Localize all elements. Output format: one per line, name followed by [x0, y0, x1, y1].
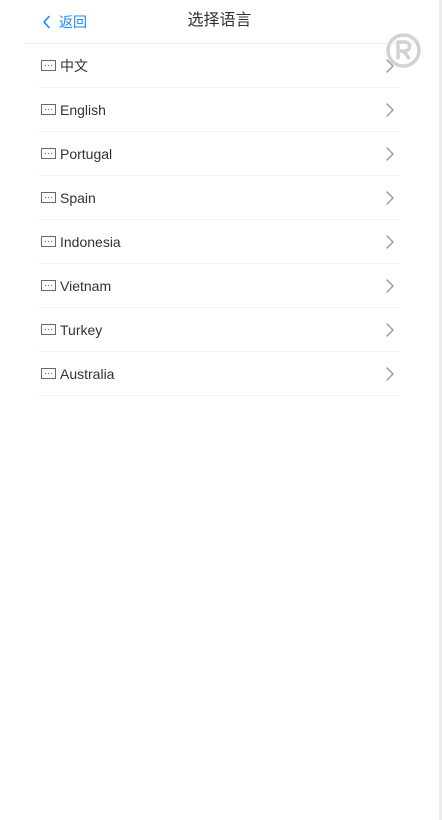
- language-select-page: 返回 选择语言 中文 English Portugal Spain Indone…: [25, 0, 421, 820]
- flag-placeholder-icon: [41, 104, 56, 115]
- language-label: 中文: [60, 57, 88, 74]
- nav-bar: 返回 选择语言: [25, 0, 414, 44]
- language-label: Vietnam: [60, 277, 112, 294]
- language-label: Indonesia: [60, 233, 121, 250]
- language-item[interactable]: 中文: [39, 44, 400, 88]
- chevron-right-icon: [386, 322, 394, 337]
- flag-placeholder-icon: [41, 148, 56, 159]
- language-label: Turkey: [60, 321, 103, 338]
- page-title: 选择语言: [187, 12, 252, 29]
- language-item[interactable]: Australia: [39, 352, 400, 396]
- language-item[interactable]: Portugal: [39, 132, 400, 176]
- language-label: Spain: [60, 189, 96, 206]
- flag-placeholder-icon: [41, 368, 56, 379]
- language-item[interactable]: English: [39, 88, 400, 132]
- language-item[interactable]: Indonesia: [39, 220, 400, 264]
- language-item[interactable]: Turkey: [39, 308, 400, 352]
- registered-logo-icon: [386, 33, 421, 68]
- flag-placeholder-icon: [41, 280, 56, 291]
- chevron-right-icon: [386, 234, 394, 249]
- flag-placeholder-icon: [41, 192, 56, 203]
- chevron-right-icon: [386, 146, 394, 161]
- flag-placeholder-icon: [41, 324, 56, 335]
- chevron-right-icon: [386, 190, 394, 205]
- chevron-right-icon: [386, 278, 394, 293]
- chevron-right-icon: [386, 102, 394, 117]
- language-item[interactable]: Vietnam: [39, 264, 400, 308]
- chevron-right-icon: [386, 366, 394, 381]
- flag-placeholder-icon: [41, 236, 56, 247]
- language-label: English: [60, 101, 106, 118]
- language-label: Australia: [60, 365, 115, 382]
- language-list: 中文 English Portugal Spain Indonesia Viet…: [25, 44, 414, 396]
- language-label: Portugal: [60, 145, 113, 162]
- language-item[interactable]: Spain: [39, 176, 400, 220]
- flag-placeholder-icon: [41, 60, 56, 71]
